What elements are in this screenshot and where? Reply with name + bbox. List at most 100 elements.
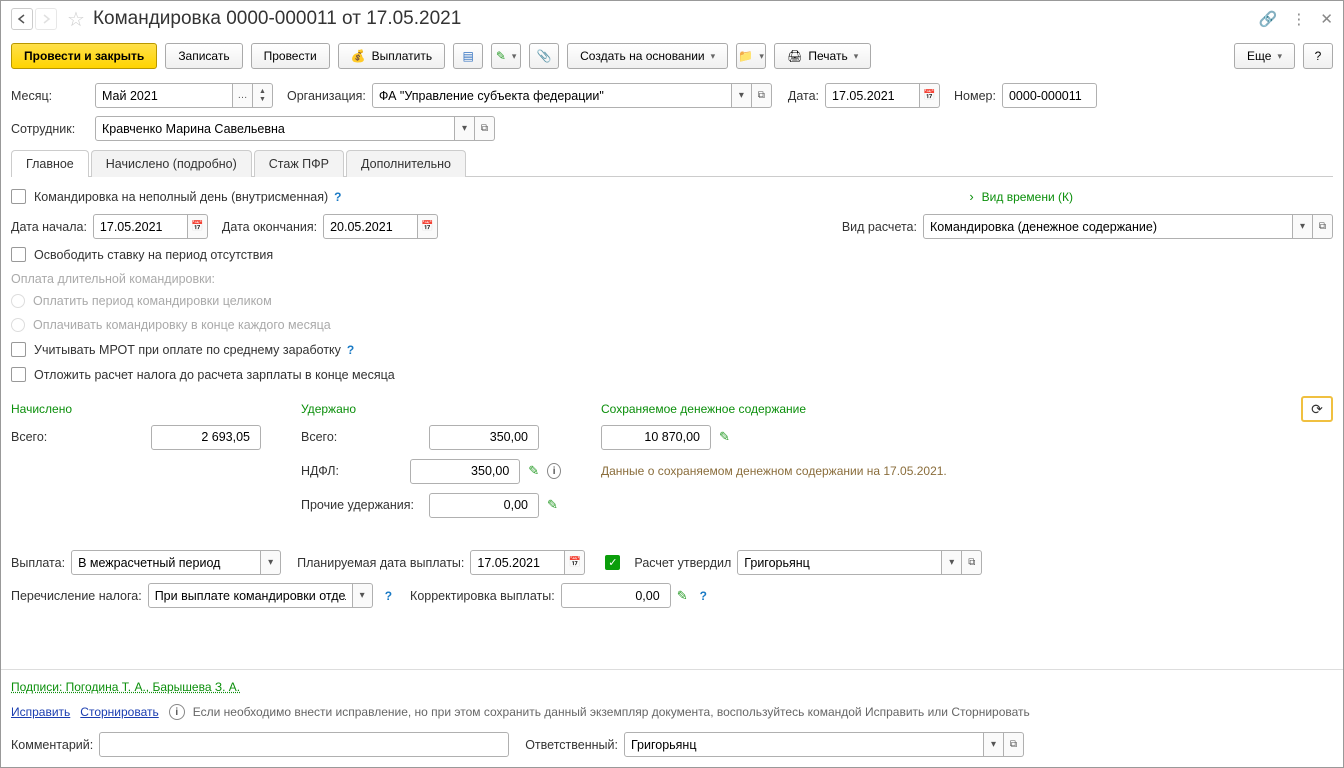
footer-info-icon: i xyxy=(169,704,185,720)
mrot-help[interactable]: ? xyxy=(347,343,354,357)
approved-checkbox[interactable]: ✓ xyxy=(605,555,620,570)
nav-forward-button xyxy=(35,8,57,30)
printer-icon: 🖨 xyxy=(787,49,802,63)
release-rate-checkbox[interactable] xyxy=(11,247,26,262)
pay-whole-radio xyxy=(11,294,25,308)
help-button[interactable]: ? xyxy=(1303,43,1333,69)
date-input[interactable] xyxy=(825,83,920,108)
payout-input[interactable] xyxy=(71,550,261,575)
corr-help[interactable]: ? xyxy=(700,589,707,603)
kept-edit-icon[interactable]: ✎ xyxy=(719,429,730,445)
responsible-open[interactable]: ⧉ xyxy=(1004,732,1024,757)
accrued-header: Начислено xyxy=(11,402,261,416)
start-date-picker[interactable]: 📅 xyxy=(188,214,208,239)
corr-input[interactable] xyxy=(561,583,671,608)
close-icon[interactable]: ✕ xyxy=(1320,10,1333,28)
date-label: Дата: xyxy=(788,89,819,103)
employee-open-button[interactable]: ⧉ xyxy=(475,116,495,141)
employee-label: Сотрудник: xyxy=(11,122,89,136)
approved-open[interactable]: ⧉ xyxy=(962,550,982,575)
write-button[interactable]: Записать xyxy=(165,43,242,69)
approved-label: Расчет утвердил xyxy=(634,556,731,570)
calc-dropdown-button[interactable]: ▾ xyxy=(1293,214,1313,239)
edit-button[interactable]: ✎▾ xyxy=(491,43,521,69)
fix-link[interactable]: Исправить xyxy=(11,705,70,719)
document-button[interactable]: ▤ xyxy=(453,43,483,69)
start-date-input[interactable] xyxy=(93,214,188,239)
tax-transfer-dropdown[interactable]: ▾ xyxy=(353,583,373,608)
tax-transfer-input[interactable] xyxy=(148,583,353,608)
month-input[interactable] xyxy=(95,83,233,108)
date-picker-button[interactable]: 📅 xyxy=(920,83,940,108)
withheld-total-label: Всего: xyxy=(301,430,421,444)
org-dropdown-button[interactable]: ▾ xyxy=(732,83,752,108)
tab-extra[interactable]: Дополнительно xyxy=(346,150,466,177)
num-input[interactable] xyxy=(1002,83,1097,108)
corr-edit-icon[interactable]: ✎ xyxy=(677,588,688,604)
defer-tax-checkbox[interactable] xyxy=(11,367,26,382)
link-icon[interactable]: 🔗 xyxy=(1259,10,1278,28)
calc-open-button[interactable]: ⧉ xyxy=(1313,214,1333,239)
attach-button[interactable]: 📎 xyxy=(529,43,559,69)
comment-input[interactable] xyxy=(99,732,509,757)
planned-picker[interactable]: 📅 xyxy=(565,550,585,575)
approved-input[interactable] xyxy=(737,550,942,575)
employee-dropdown-button[interactable]: ▾ xyxy=(455,116,475,141)
other-edit-icon[interactable]: ✎ xyxy=(547,497,558,513)
time-kind-link[interactable]: Вид времени (К) xyxy=(982,190,1073,204)
partial-day-checkbox[interactable] xyxy=(11,189,26,204)
calc-label: Вид расчета: xyxy=(842,220,917,234)
signatures-link[interactable]: Подписи: Погодина Т. А., Барышева З. А. xyxy=(11,680,240,694)
end-date-picker[interactable]: 📅 xyxy=(418,214,438,239)
responsible-dropdown[interactable]: ▾ xyxy=(984,732,1004,757)
defer-tax-label: Отложить расчет налога до расчета зарпла… xyxy=(34,368,395,382)
pay-button[interactable]: 💰 Выплатить xyxy=(338,43,445,69)
post-close-button[interactable]: Провести и закрыть xyxy=(11,43,157,69)
menu-dots-icon[interactable]: ⋮ xyxy=(1291,10,1306,28)
planned-input[interactable] xyxy=(470,550,565,575)
withheld-header: Удержано xyxy=(301,402,561,416)
planned-label: Планируемая дата выплаты: xyxy=(297,556,464,570)
ndfl-input[interactable] xyxy=(410,459,520,484)
calc-input[interactable] xyxy=(923,214,1293,239)
storno-link[interactable]: Сторнировать xyxy=(80,705,158,719)
month-spinner[interactable]: ▲▼ xyxy=(253,83,273,108)
long-trip-header: Оплата длительной командировки: xyxy=(11,272,1333,286)
ndfl-edit-icon[interactable]: ✎ xyxy=(528,463,539,479)
employee-input[interactable] xyxy=(95,116,455,141)
tab-main[interactable]: Главное xyxy=(11,150,89,177)
org-input[interactable] xyxy=(372,83,732,108)
other-withheld-input[interactable] xyxy=(429,493,539,518)
more-button[interactable]: Еще▾ xyxy=(1234,43,1295,69)
corr-label: Корректировка выплаты: xyxy=(410,589,555,603)
post-button[interactable]: Провести xyxy=(251,43,330,69)
favorite-star-icon[interactable]: ☆ xyxy=(67,7,85,32)
other-withheld-label: Прочие удержания: xyxy=(301,498,421,512)
start-date-label: Дата начала: xyxy=(11,220,87,234)
month-picker-button[interactable]: … xyxy=(233,83,253,108)
month-label: Месяц: xyxy=(11,89,89,103)
tab-accrued[interactable]: Начислено (подробно) xyxy=(91,150,252,177)
withheld-total-input[interactable] xyxy=(429,425,539,450)
footer-note: Если необходимо внести исправление, но п… xyxy=(193,705,1030,719)
refresh-button[interactable]: ⟳ xyxy=(1301,396,1333,422)
print-button[interactable]: 🖨 Печать▾ xyxy=(774,43,871,69)
partial-day-help[interactable]: ? xyxy=(334,190,341,204)
tax-transfer-help[interactable]: ? xyxy=(385,589,392,603)
kept-input[interactable] xyxy=(601,425,711,450)
responsible-input[interactable] xyxy=(624,732,984,757)
folder-button[interactable]: 📁▾ xyxy=(736,43,766,69)
payout-dropdown[interactable]: ▾ xyxy=(261,550,281,575)
accrued-total-input[interactable] xyxy=(151,425,261,450)
ndfl-info-icon[interactable]: i xyxy=(547,463,561,479)
approved-dropdown[interactable]: ▾ xyxy=(942,550,962,575)
tax-transfer-label: Перечисление налога: xyxy=(11,589,142,603)
create-based-button[interactable]: Создать на основании▾ xyxy=(567,43,728,69)
tab-pension[interactable]: Стаж ПФР xyxy=(254,150,344,177)
chevron-right-icon[interactable]: › xyxy=(969,189,973,204)
end-date-input[interactable] xyxy=(323,214,418,239)
mrot-checkbox[interactable] xyxy=(11,342,26,357)
org-open-button[interactable]: ⧉ xyxy=(752,83,772,108)
nav-back-button[interactable] xyxy=(11,8,33,30)
org-label: Организация: xyxy=(287,89,366,103)
